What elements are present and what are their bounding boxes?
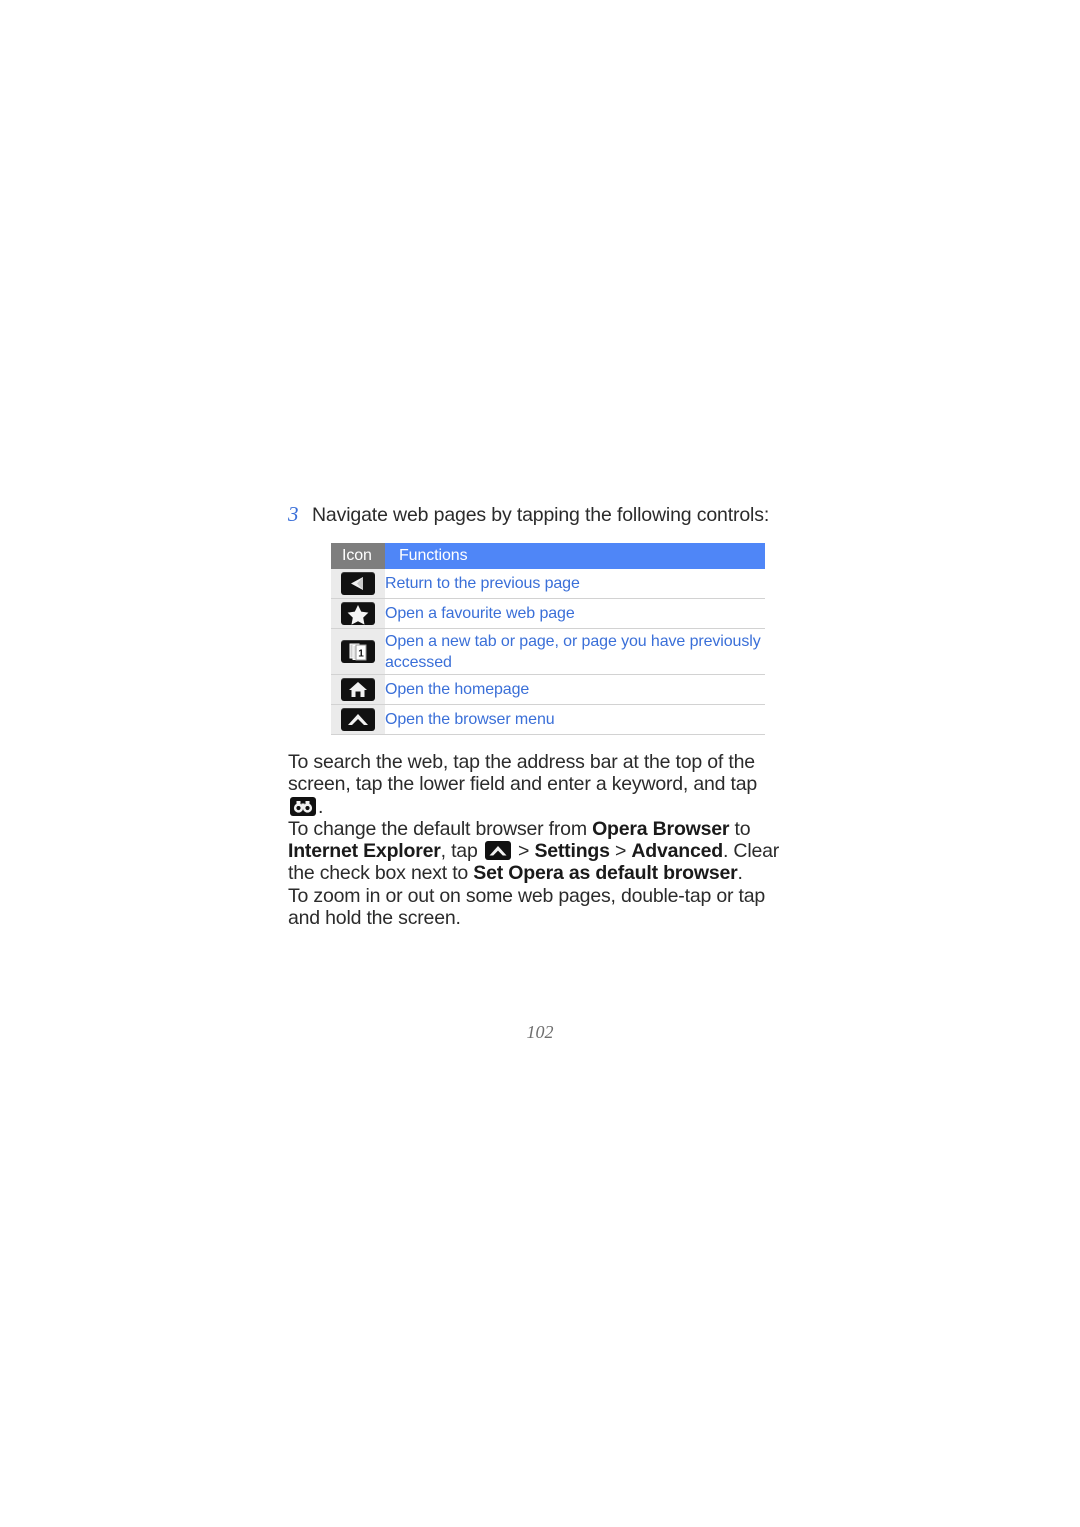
p2-bold-internet-explorer: Internet Explorer [288,840,441,863]
p2-bold-settings: Settings [534,840,610,863]
p2-text-3: , tap [440,840,483,863]
function-cell: Open the homepage [385,674,765,705]
table-header-row: Icon Functions [331,543,765,569]
p2-text-4: > [512,840,535,863]
column-header-functions: Functions [385,543,765,569]
paragraph-search: To search the web, tap the address bar a… [288,751,788,818]
p2-text-1: To change the default browser from [288,817,593,840]
back-arrow-icon [341,572,375,595]
step-text: Navigate web pages by tapping the follow… [312,504,770,526]
p2-text-7: . [737,862,743,885]
icon-cell [331,704,385,735]
step-block: 3 Navigate web pages by tapping the foll… [288,502,808,528]
paragraph-search-text-1: To search the web, tap the address bar a… [288,751,758,796]
p2-text-5: > [609,840,632,863]
icon-cell [331,569,385,599]
tabs-icon: 1 [341,640,375,663]
table-row: Open the homepage [331,674,765,705]
column-header-icon: Icon [331,543,385,569]
svg-text:1: 1 [358,649,364,660]
paragraph-search-text-2: . [318,795,324,818]
function-cell: Open a favourite web page [385,598,765,629]
paragraph-default-browser: To change the default browser from Opera… [288,818,788,885]
function-cell: Open the browser menu [385,704,765,735]
table-row: Open a favourite web page [331,598,765,629]
page-number: 102 [526,1022,554,1042]
step-row: 3 Navigate web pages by tapping the foll… [288,502,808,528]
star-icon [341,602,375,625]
body-copy: To search the web, tap the address bar a… [288,751,788,929]
icon-cell [331,674,385,705]
step-number: 3 [288,502,299,526]
paragraph-zoom: To zoom in or out on some web pages, dou… [288,884,765,930]
function-cell: Open a new tab or page, or page you have… [385,628,765,675]
icon-cell: 1 [331,628,385,675]
table-row: 1 Open a new tab or page, or page you ha… [331,628,765,675]
chevron-up-icon [484,841,511,861]
controls-table: Icon Functions Return to the previous pa… [331,543,765,735]
table-row: Open the browser menu [331,704,765,735]
chevron-up-icon [341,708,375,731]
binoculars-icon [290,796,316,816]
p2-bold-set-opera-default: Set Opera as default browser [473,862,738,885]
p2-bold-advanced: Advanced [631,840,723,863]
p2-bold-opera-browser: Opera Browser [592,817,730,840]
table-row: Return to the previous page [331,569,765,599]
icon-cell [331,598,385,629]
function-cell: Return to the previous page [385,569,765,599]
p2-text-2: to [729,817,751,840]
home-icon [341,678,375,701]
